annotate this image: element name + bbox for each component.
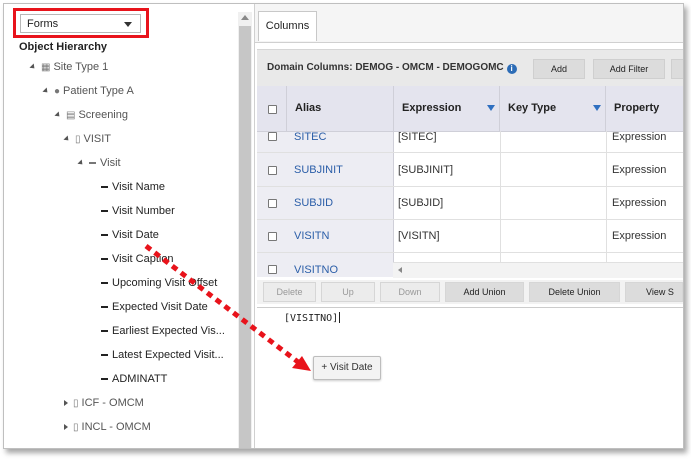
tab-columns[interactable]: Columns: [258, 11, 317, 41]
add-filter-button[interactable]: Add Filter: [593, 59, 665, 79]
tree-node-icf[interactable]: ▯ ICF - OMCM: [64, 397, 144, 409]
forms-dropdown-value: Forms: [27, 18, 59, 30]
info-icon[interactable]: i: [506, 64, 517, 74]
down-button[interactable]: Down: [380, 282, 440, 302]
table-row[interactable]: VISITN [VISITN] Expression: [257, 219, 683, 253]
scroll-up-icon[interactable]: [241, 15, 249, 20]
expand-caret-icon[interactable]: [54, 111, 62, 119]
collapse-caret-icon[interactable]: [64, 424, 68, 431]
plus-icon: +: [321, 362, 328, 373]
tree-item[interactable]: Expected Visit Date: [101, 301, 208, 313]
item-dash-icon: [101, 378, 108, 381]
tree-item[interactable]: Visit Date: [101, 229, 159, 241]
view-button[interactable]: View S: [625, 282, 683, 302]
text-cursor: [339, 312, 341, 323]
cell-expression: [SUBJID]: [398, 197, 444, 209]
document-icon: ▯: [73, 421, 79, 433]
drag-chip-label: Visit Date: [330, 362, 373, 373]
expand-caret-icon[interactable]: [63, 135, 71, 143]
tree-item[interactable]: Upcoming Visit Offset: [101, 277, 217, 289]
item-dash-icon: [101, 210, 108, 213]
item-dash-icon: [101, 330, 108, 333]
cell-property: Expression: [612, 164, 667, 176]
domain-header: Domain Columns: DEMOG - OMCM - DEMOGOMC i…: [257, 49, 683, 87]
tree-item[interactable]: Visit Name: [101, 181, 165, 193]
building-icon: ▦: [41, 61, 51, 73]
section-dash-icon: [89, 162, 96, 165]
select-all-checkbox[interactable]: [268, 105, 277, 114]
cell-alias[interactable]: SUBJINIT: [294, 164, 343, 176]
cell-expression: [SUBJINIT]: [398, 164, 454, 176]
tree-node-screening[interactable]: ▤ Screening: [54, 109, 128, 121]
tab-bar: Columns: [255, 4, 683, 43]
hierarchy-panel: Forms Object Hierarchy ▦ Site Type 1 ● Pat…: [4, 4, 255, 448]
grid-toolbar: Delete Up Down Add Union Delete Union Vi…: [257, 280, 683, 304]
tree-title: Object Hierarchy: [19, 41, 108, 53]
tree-item[interactable]: Latest Expected Visit...: [101, 349, 224, 361]
tree-node-patient[interactable]: ● Patient Type A: [42, 85, 134, 97]
expression-text[interactable]: [VISITNO]: [284, 312, 341, 324]
tree-scrollbar[interactable]: [238, 12, 252, 448]
chevron-down-icon: [124, 22, 132, 27]
item-dash-icon: [101, 282, 108, 285]
cell-alias[interactable]: SUBJID: [294, 197, 333, 209]
row-checkbox[interactable]: [268, 232, 277, 241]
tree-node-incl[interactable]: ▯ INCL - OMCM: [64, 421, 151, 433]
item-dash-icon: [101, 354, 108, 357]
domain-title: Domain Columns: DEMOG - OMCM - DEMOGOMC i: [267, 62, 517, 74]
expand-caret-icon[interactable]: [29, 63, 37, 71]
tree-node-site[interactable]: ▦ Site Type 1: [29, 61, 108, 73]
tree-item[interactable]: Visit Caption: [101, 253, 174, 265]
item-dash-icon: [101, 186, 108, 189]
cell-alias[interactable]: VISITN: [294, 230, 329, 242]
grid-horizontal-scrollbar[interactable]: [393, 262, 683, 278]
tree-node-visit-form[interactable]: ▯ VISIT: [63, 133, 111, 145]
collapse-caret-icon[interactable]: [64, 400, 68, 407]
delete-button[interactable]: Delete: [263, 282, 316, 302]
tree-node-visit-section[interactable]: Visit: [77, 157, 121, 169]
tree-item[interactable]: Visit Number: [101, 205, 175, 217]
columns-panel: Columns Domain Columns: DEMOG - OMCM - D…: [255, 4, 683, 448]
table-row[interactable]: SUBJINIT [SUBJINIT] Expression: [257, 153, 683, 187]
row-checkbox[interactable]: [268, 166, 277, 175]
expand-caret-icon[interactable]: [42, 87, 50, 95]
filter-icon[interactable]: [593, 105, 601, 111]
group-icon: ▤: [66, 109, 76, 121]
drag-chip-visit-date[interactable]: + Visit Date: [313, 356, 381, 380]
row-checkbox[interactable]: [268, 199, 277, 208]
add-button[interactable]: Add: [533, 59, 585, 79]
app-window: Forms Object Hierarchy ▦ Site Type 1 ● Pat…: [3, 3, 684, 449]
cell-property: Expression: [612, 230, 667, 242]
delete-union-button[interactable]: Delete Union: [529, 282, 620, 302]
tree-item[interactable]: ADMINATT: [101, 373, 167, 385]
up-button[interactable]: Up: [321, 282, 375, 302]
scroll-left-icon[interactable]: [398, 267, 402, 273]
forms-dropdown[interactable]: Forms: [20, 14, 141, 33]
columns-grid: Alias Expression Key Type Property SITEC…: [257, 86, 683, 277]
expand-caret-icon[interactable]: [77, 159, 85, 167]
add-union-button[interactable]: Add Union: [445, 282, 524, 302]
item-dash-icon: [101, 306, 108, 309]
person-icon: ●: [54, 85, 61, 97]
tree-item[interactable]: Earliest Expected Vis...: [101, 325, 225, 337]
item-dash-icon: [101, 234, 108, 237]
document-icon: ▯: [75, 133, 81, 145]
filter-icon[interactable]: [487, 105, 495, 111]
cell-expression: [VISITN]: [398, 230, 440, 242]
cell-alias[interactable]: VISITNO: [294, 264, 338, 276]
forms-highlight-box: Forms: [13, 8, 149, 38]
row-checkbox[interactable]: [268, 265, 277, 274]
cell-property: Expression: [612, 197, 667, 209]
item-dash-icon: [101, 258, 108, 261]
table-row[interactable]: SUBJID [SUBJID] Expression: [257, 186, 683, 220]
more-button[interactable]: [671, 59, 683, 79]
document-icon: ▯: [73, 397, 79, 409]
scrollbar-thumb[interactable]: [239, 26, 251, 448]
